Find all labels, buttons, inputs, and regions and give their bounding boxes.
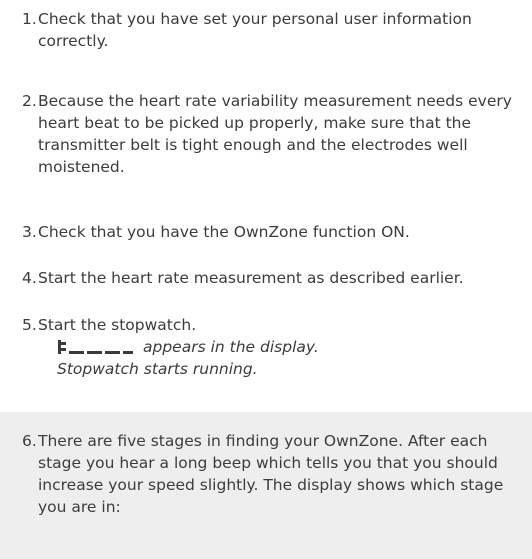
- display-note-text: appears in the display.: [143, 338, 319, 356]
- step-number: 2.: [22, 92, 37, 110]
- step-number: 3.: [22, 223, 37, 241]
- step-6: 6. There are five stages in finding your…: [22, 430, 520, 518]
- display-note: appears in the display.: [57, 336, 319, 358]
- step-5: 5. Start the stopwatch.: [22, 314, 520, 336]
- step-1: 1. Check that you have set your personal…: [22, 8, 520, 52]
- ownzone-stage-display-icon: [57, 339, 133, 355]
- step-number: 6.: [22, 432, 37, 450]
- step-text: Because the heart rate variability measu…: [38, 92, 512, 176]
- step-4: 4. Start the heart rate measurement as d…: [22, 267, 520, 289]
- step-text: There are five stages in finding your Ow…: [38, 432, 504, 516]
- step-number: 1.: [22, 10, 37, 28]
- step-text: Start the stopwatch.: [38, 316, 197, 334]
- step-3: 3. Check that you have the OwnZone funct…: [22, 221, 520, 243]
- step-text: Check that you have set your personal us…: [38, 10, 472, 50]
- step-text: Check that you have the OwnZone function…: [38, 223, 410, 241]
- step-number: 5.: [22, 316, 37, 334]
- step-number: 4.: [22, 269, 37, 287]
- stopwatch-status: Stopwatch starts running.: [57, 360, 258, 378]
- step-text: Start the heart rate measurement as desc…: [38, 269, 464, 287]
- step-2: 2. Because the heart rate variability me…: [22, 90, 520, 178]
